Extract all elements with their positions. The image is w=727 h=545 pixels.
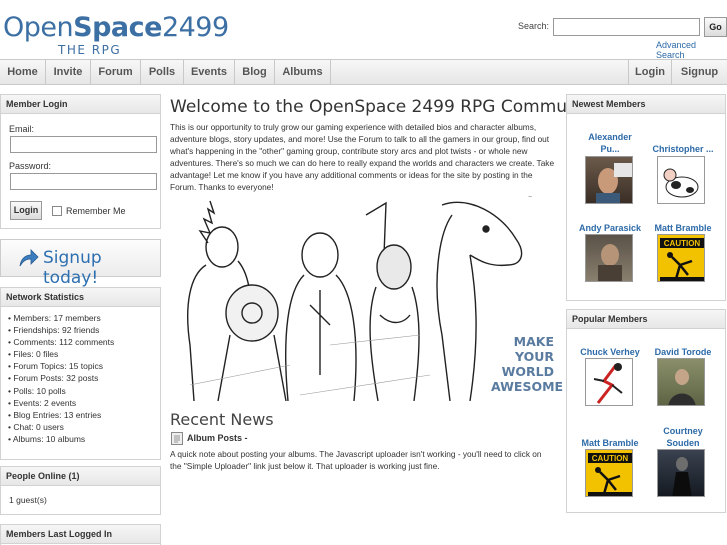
remember-me-label: Remember Me [66, 206, 126, 216]
signup-label: Signup today! [43, 248, 102, 288]
caption-line: MAKE [513, 334, 554, 349]
list-item: • Events: 2 events [8, 397, 77, 408]
logo-open: Open [3, 12, 74, 43]
member-avatar[interactable] [585, 156, 633, 204]
caption-line: AWESOME [491, 379, 564, 394]
stats-list: • Members: 17 members • Friendships: 92 … [1, 307, 160, 445]
nav-forum[interactable]: Forum [91, 60, 141, 84]
recent-news-title: Recent News [170, 410, 274, 429]
search-input[interactable] [553, 18, 700, 36]
search-go-button[interactable]: Go [704, 17, 727, 37]
list-item: • Forum Topics: 15 topics [8, 361, 103, 372]
avatar-cow [663, 168, 699, 198]
list-item: • Albums: 10 albums [8, 433, 86, 444]
people-online-title: People Online (1) [1, 467, 160, 486]
people-online-text: 1 guest(s) [9, 495, 47, 505]
site-logo[interactable]: OpenSpace2499 THE RPG COMMUNITY [3, 12, 229, 72]
member-name-line: Courtney [663, 426, 703, 436]
list-item: • Chat: 0 users [8, 421, 64, 432]
member-login-title: Member Login [1, 95, 160, 114]
member-avatar[interactable] [585, 358, 633, 406]
avatar-photo [598, 244, 622, 281]
page-title: Welcome to the OpenSpace 2499 RPG Commun… [170, 97, 607, 117]
list-item: • Polls: 10 polls [8, 385, 66, 396]
member-name-link[interactable]: Alexander Pu... [575, 131, 645, 155]
signup-today-button[interactable]: Signup today! [0, 239, 161, 288]
member-name-link[interactable]: Christopher ... [647, 143, 719, 155]
member-name-link[interactable]: Andy Parasick [575, 222, 645, 234]
search-label: Search: [518, 21, 550, 31]
member-avatar[interactable] [657, 449, 705, 497]
news-body: A quick note about posting your albums. … [170, 449, 542, 471]
nav-events[interactable]: Events [184, 60, 235, 84]
news-document-icon [171, 432, 183, 445]
list-item: • Forum Posts: 32 posts [8, 373, 99, 384]
member-avatar[interactable] [585, 234, 633, 282]
people-online-panel: People Online (1) 1 guest(s) [0, 466, 161, 515]
member-avatar[interactable]: CAUTION [585, 449, 633, 497]
member-name-line: Alexander [588, 132, 632, 142]
password-field[interactable] [10, 173, 157, 190]
list-item: • Comments: 112 comments [8, 337, 115, 348]
artist-signature: ~ [528, 194, 533, 201]
arrow-icon [19, 249, 39, 267]
nav-albums[interactable]: Albums [275, 60, 331, 84]
member-name-line: Souden [666, 438, 700, 448]
email-field[interactable] [10, 136, 157, 153]
nav-invite[interactable]: Invite [46, 60, 91, 84]
member-avatar[interactable] [657, 358, 705, 406]
caption-line: WORLD [501, 364, 554, 379]
caution-sign-image: CAUTION [588, 453, 632, 496]
remember-me-checkbox[interactable] [52, 206, 62, 216]
newest-members-title: Newest Members [567, 95, 725, 114]
login-button[interactable]: Login [10, 201, 42, 220]
logo-wordmark: OpenSpace2499 [3, 12, 229, 43]
members-last-logged-in-panel: Members Last Logged In [0, 524, 161, 545]
nav-blog[interactable]: Blog [235, 60, 275, 84]
news-headline-link[interactable]: Album Posts - [187, 433, 248, 443]
logo-number: 2499 [161, 12, 229, 43]
avatar-dark-figure [672, 457, 692, 496]
member-name-link[interactable]: Chuck Verhey [575, 346, 645, 358]
caution-sign-image: CAUTION [660, 238, 704, 281]
nav-signup[interactable]: Signup [671, 60, 727, 84]
email-label: Email: [9, 124, 35, 134]
advanced-search-link[interactable]: Advanced Search [656, 40, 727, 60]
art-caption: MAKE YOUR WORLD AWESOME [491, 334, 564, 394]
caution-text: CAUTION [592, 454, 629, 463]
logo-space: Space [73, 12, 162, 43]
password-label: Password: [9, 161, 52, 171]
popular-members-title: Popular Members [567, 310, 725, 329]
avatar-photo [668, 369, 696, 405]
nav-home[interactable]: Home [0, 60, 46, 84]
member-avatar[interactable]: CAUTION [657, 234, 705, 282]
caption-line: YOUR [514, 349, 554, 364]
nav-polls[interactable]: Polls [141, 60, 184, 84]
member-name-link[interactable]: David Torode [647, 346, 719, 358]
member-name-link[interactable]: Matt Bramble [647, 222, 719, 234]
main-nav: Home Invite Forum Polls Events Blog Albu… [0, 59, 727, 85]
avatar-photo [596, 163, 632, 203]
welcome-text: This is our opportunity to truly grow ou… [170, 122, 555, 193]
list-item: • Friendships: 92 friends [8, 325, 100, 336]
caution-text: CAUTION [664, 239, 701, 248]
member-name-link[interactable]: Matt Bramble [575, 437, 645, 449]
member-name-link[interactable]: Courtney Souden [647, 425, 719, 449]
list-item: • Files: 0 files [8, 349, 59, 360]
member-name-line: Pu... [600, 144, 620, 154]
network-statistics-title: Network Statistics [1, 288, 160, 307]
list-item: • Members: 17 members [8, 313, 101, 323]
members-last-logged-in-title: Members Last Logged In [1, 525, 160, 544]
network-statistics-panel: Network Statistics • Members: 17 members… [0, 287, 161, 460]
member-avatar[interactable] [657, 156, 705, 204]
avatar-figure [593, 363, 623, 404]
nav-login[interactable]: Login [628, 60, 671, 84]
list-item: • Blog Entries: 13 entries [8, 409, 102, 420]
